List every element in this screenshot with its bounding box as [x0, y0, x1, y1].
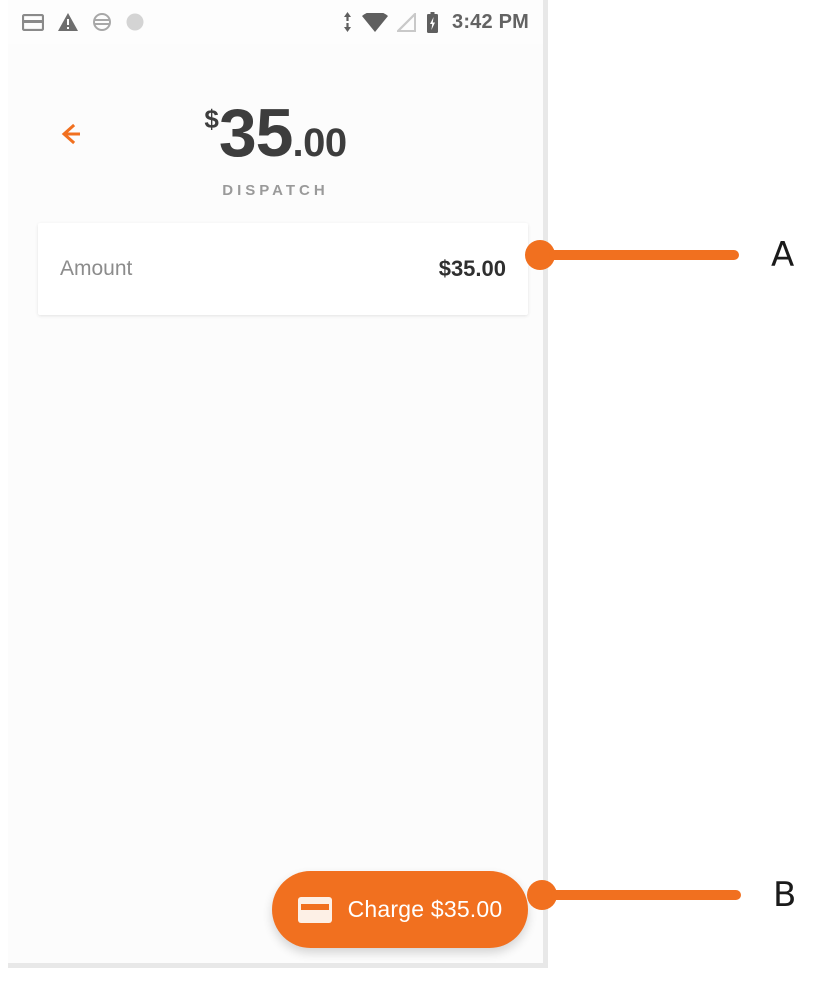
merchant-subtitle: DISPATCH [222, 182, 329, 199]
circle-icon [125, 12, 145, 32]
wifi-icon [362, 10, 388, 32]
hero-amount: $35.00 [204, 99, 348, 167]
battery-charging-icon [426, 11, 439, 33]
phone-screen: 3:42 PM $35.00 DISPATCH Amount $35.00 Ch… [8, 0, 543, 963]
amount-row-label: Amount [60, 257, 133, 280]
status-bar-left-icons [21, 12, 145, 32]
credit-card-icon [297, 896, 332, 923]
annotation-b-label: B [773, 875, 797, 915]
sync-circle-icon [92, 12, 112, 32]
hero-amount-cents: .00 [292, 121, 348, 165]
annotation-a: A [525, 235, 795, 275]
data-transfer-icon [342, 12, 353, 32]
hero-amount-block: $35.00 DISPATCH [8, 44, 543, 199]
annotation-a-line [549, 250, 739, 260]
amount-row-card[interactable]: Amount $35.00 [38, 223, 528, 315]
amount-row-value: $35.00 [438, 256, 506, 281]
annotation-a-label: A [771, 235, 795, 275]
no-signal-icon [395, 11, 417, 32]
status-bar-right-icons: 3:42 PM [342, 11, 529, 34]
status-bar-clock: 3:42 PM [452, 10, 529, 33]
charge-button-label: Charge $35.00 [347, 896, 503, 922]
warning-triangle-icon [57, 12, 79, 32]
screen-header: $35.00 DISPATCH [8, 44, 543, 219]
annotation-b: B [527, 875, 797, 915]
hero-amount-whole: 35 [218, 95, 294, 171]
phone-frame: 3:42 PM $35.00 DISPATCH Amount $35.00 Ch… [8, 0, 548, 968]
status-bar: 3:42 PM [8, 0, 543, 44]
charge-button[interactable]: Charge $35.00 [272, 871, 528, 948]
annotation-b-line [551, 890, 741, 900]
card-status-icon [21, 13, 45, 31]
hero-currency-symbol: $ [204, 104, 219, 134]
